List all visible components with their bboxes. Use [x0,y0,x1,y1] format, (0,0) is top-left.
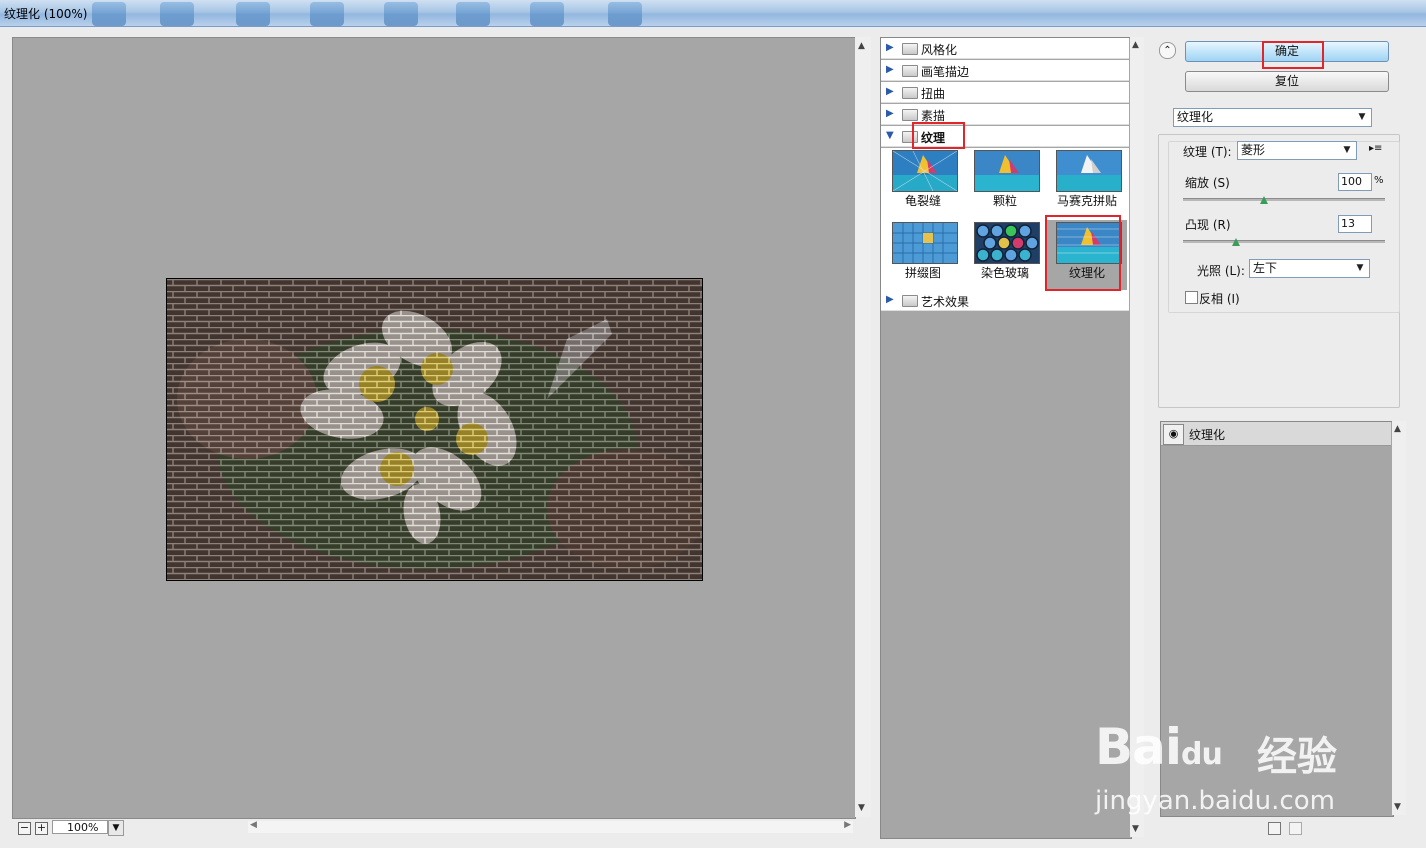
filter-thumbnail[interactable]: 染色玻璃 [965,220,1045,290]
texture-select[interactable]: 菱形 ▼ [1237,141,1357,160]
taskbar-app-icon[interactable] [92,2,126,26]
invert-label: 反相 (I) [1199,292,1240,306]
scroll-left-icon[interactable]: ◀ [250,820,257,830]
filter-preview-image [974,150,1040,192]
scale-input[interactable]: 100 [1338,173,1372,191]
category-label: 扭曲 [921,87,946,101]
light-select[interactable]: 左下 ▼ [1249,259,1370,278]
filter-label: 马赛克拼贴 [1056,194,1117,208]
expand-triangle-icon[interactable]: ▶ [886,294,894,305]
folder-icon [902,295,918,307]
taskbar-app-icon[interactable] [530,2,564,26]
category-label: 画笔描边 [921,65,970,79]
light-select-value: 左下 [1253,261,1278,275]
preview-vertical-scrollbar[interactable]: ▲ ▼ [855,37,871,817]
relief-input[interactable]: 13 [1338,215,1372,233]
filter-preview-image [892,222,958,264]
filter-preview-image [1056,150,1122,192]
collapse-gallery-button[interactable]: ⌃ [1159,42,1176,59]
scale-unit: % [1374,175,1384,186]
scroll-up-icon[interactable]: ▲ [1394,424,1401,434]
texture-menu-icon[interactable]: ▸≡ [1369,143,1382,154]
category-row[interactable]: ▶ 扭曲 [881,82,1129,103]
scale-slider-thumb[interactable] [1259,196,1268,204]
preview-zoom-bar: − + 100% ▼ ◀ ▶ [12,819,871,837]
zoom-out-button[interactable]: − [18,822,31,835]
expand-triangle-icon[interactable]: ▶ [886,64,894,75]
scroll-down-icon[interactable]: ▼ [1132,824,1139,834]
zoom-dropdown-icon[interactable]: ▼ [108,820,124,836]
watermark-brand: Baidu [1095,718,1223,776]
expand-triangle-icon[interactable]: ▶ [886,42,894,53]
taskbar-app-icon[interactable] [456,2,490,26]
filter-select[interactable]: 纹理化 ▼ [1173,108,1372,127]
filter-preview-image [892,150,958,192]
relief-label: 凸现 (R) [1185,218,1231,232]
filter-label: 颗粒 [992,194,1017,208]
relief-slider[interactable] [1183,240,1385,243]
scale-label: 缩放 (S) [1185,176,1230,190]
zoom-in-button[interactable]: + [35,822,48,835]
filter-select-value: 纹理化 [1177,110,1214,124]
effect-layer-label: 纹理化 [1189,428,1226,442]
filter-label: 染色玻璃 [980,266,1029,280]
watermark: Baidu 经验 jingyan.baidu.com [1095,690,1415,820]
folder-icon [902,109,918,121]
category-row[interactable]: ▶ 艺术效果 [881,290,1129,311]
category-label: 艺术效果 [921,295,970,309]
scroll-up-icon[interactable]: ▲ [858,41,865,51]
highlight-box [1262,41,1324,69]
zoom-level-field[interactable]: 100% [52,820,108,834]
scroll-down-icon[interactable]: ▼ [858,803,865,813]
collapse-triangle-icon[interactable]: ▼ [886,130,894,141]
chevron-down-icon: ▼ [1356,263,1364,273]
delete-effect-layer-icon[interactable] [1289,822,1302,835]
relief-slider-thumb[interactable] [1231,238,1240,246]
filter-label: 拼缀图 [904,266,941,280]
invert-checkbox[interactable] [1185,291,1198,304]
eye-icon[interactable]: ◉ [1163,424,1184,445]
watermark-url: jingyan.baidu.com [1095,786,1335,816]
window-title: 纹理化 (100%) [4,7,88,21]
folder-icon [902,65,918,77]
category-row[interactable]: ▶ 画笔描边 [881,60,1129,81]
texture-select-value: 菱形 [1241,143,1266,157]
taskbar-app-icon[interactable] [608,2,642,26]
taskbar-app-icon[interactable] [310,2,344,26]
taskbar-app-icon[interactable] [160,2,194,26]
filter-thumbnail[interactable]: 龟裂缝 [883,148,963,218]
expand-triangle-icon[interactable]: ▶ [886,108,894,119]
scroll-up-icon[interactable]: ▲ [1132,40,1139,50]
highlight-box [912,122,965,149]
chevron-down-icon: ▼ [1358,112,1366,122]
texture-label: 纹理 (T): [1183,145,1232,159]
taskbar-app-icon[interactable] [384,2,418,26]
scale-slider[interactable] [1183,198,1385,201]
folder-icon [902,43,918,55]
filter-label: 龟裂缝 [904,194,941,208]
watermark-cn: 经验 [1257,734,1337,780]
reset-button[interactable]: 复位 [1185,71,1389,92]
filter-thumbnail[interactable]: 拼缀图 [883,220,963,290]
chevron-down-icon: ▼ [1343,145,1351,155]
filter-thumbnail[interactable]: 马赛克拼贴 [1047,148,1127,218]
filter-preview-image [974,222,1040,264]
scroll-right-icon[interactable]: ▶ [844,820,851,830]
title-bar: 纹理化 (100%) [0,0,1426,27]
preview-image [166,278,703,581]
effect-layer-row[interactable]: 纹理化 [1161,422,1391,446]
expand-triangle-icon[interactable]: ▶ [886,86,894,97]
category-row[interactable]: ▶ 风格化 [881,38,1129,59]
category-label: 风格化 [921,43,958,57]
new-effect-layer-icon[interactable] [1268,822,1281,835]
folder-icon [902,87,918,99]
filter-thumbnail[interactable]: 颗粒 [965,148,1045,218]
highlight-box [1045,215,1121,291]
taskbar-app-icon[interactable] [236,2,270,26]
light-label: 光照 (L): [1197,264,1245,278]
preview-horizontal-scrollbar[interactable]: ◀ ▶ [248,820,853,833]
